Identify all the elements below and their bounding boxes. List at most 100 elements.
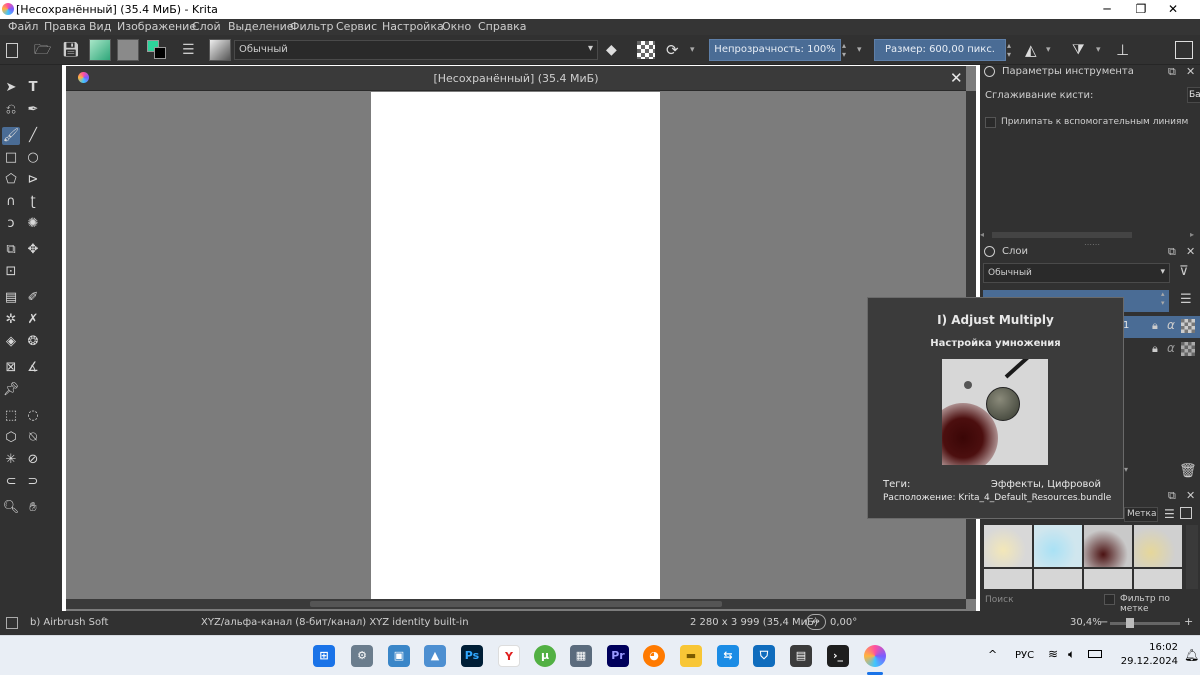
yandex-browser-icon[interactable]: Y: [498, 645, 520, 667]
chevron-down-icon[interactable]: ▾: [857, 41, 875, 59]
pan-tool-icon[interactable]: ✋︎: [24, 499, 42, 517]
eraser-icon[interactable]: ◆: [606, 41, 624, 59]
brush-settings-icon[interactable]: ☰: [182, 41, 200, 59]
gradient-tool-icon[interactable]: ▤: [2, 289, 20, 307]
select-shapes-icon[interactable]: ➤: [2, 79, 20, 97]
premiere-icon[interactable]: Pr: [607, 645, 629, 667]
fg-bg-color-icon[interactable]: [147, 40, 166, 59]
polygon-tool-icon[interactable]: ⬠: [2, 171, 20, 189]
close-document-button[interactable]: ✕: [950, 69, 963, 87]
menu-filter[interactable]: Фильтр: [290, 20, 334, 33]
lock-icon[interactable]: 🔒︎: [1152, 319, 1158, 333]
text-tool-icon[interactable]: T: [24, 79, 42, 97]
ellipse-select-icon[interactable]: ◌: [24, 407, 42, 425]
teamviewer-icon[interactable]: ⇆: [717, 645, 739, 667]
pattern-swatch[interactable]: [117, 39, 139, 61]
lock-icon[interactable]: 🔒︎: [1152, 342, 1158, 356]
bezier-tool-icon[interactable]: ∩: [2, 193, 20, 211]
rect-select-icon[interactable]: ⬚: [2, 407, 20, 425]
close-docker-icon[interactable]: ✕: [1186, 489, 1195, 502]
size-slider[interactable]: Размер: 600,00 пикс.: [874, 39, 1006, 61]
freehand-path-icon[interactable]: ʈ: [24, 193, 42, 211]
menu-file[interactable]: Файл: [8, 20, 38, 33]
menu-image[interactable]: Изображение: [117, 20, 196, 33]
control-panel-icon[interactable]: ▣: [388, 645, 410, 667]
opacity-spin-icon[interactable]: ▴ ▾: [842, 41, 850, 59]
zoom-slider-handle[interactable]: [1126, 618, 1134, 628]
document-canvas[interactable]: [371, 92, 660, 599]
similar-select-icon[interactable]: ⊘: [24, 451, 42, 469]
mirror-vertical-icon[interactable]: ⧩: [1072, 41, 1090, 59]
calculator-icon[interactable]: ▦: [570, 645, 592, 667]
dock-hscroll[interactable]: [992, 232, 1132, 238]
preset-thumb[interactable]: [1084, 525, 1132, 567]
calligraphy-icon[interactable]: ✒: [24, 101, 42, 119]
zoom-in-icon[interactable]: +: [1184, 615, 1193, 628]
alpha-icon[interactable]: α: [1167, 318, 1175, 332]
terminal-icon[interactable]: ›_: [827, 645, 849, 667]
preset-thumb[interactable]: [1084, 569, 1132, 589]
freehand-select-icon[interactable]: ⍉: [24, 429, 42, 447]
file-explorer-icon[interactable]: ▬: [680, 645, 702, 667]
preset-menu-icon[interactable]: ☰: [1164, 507, 1175, 521]
clock-date[interactable]: 29.12.2024: [1112, 656, 1178, 667]
size-spin-icon[interactable]: ▴ ▾: [1007, 41, 1015, 59]
enclose-fill-icon[interactable]: ❂: [24, 333, 42, 351]
assistant-icon[interactable]: ⊠: [2, 359, 20, 377]
float-docker-icon[interactable]: ⧉: [1168, 65, 1176, 79]
rectangle-tool-icon[interactable]: □: [2, 149, 20, 167]
contiguous-select-icon[interactable]: ✳: [2, 451, 20, 469]
preset-thumb[interactable]: [1034, 525, 1082, 567]
defender-icon[interactable]: ⛉: [753, 645, 775, 667]
line-tool-icon[interactable]: ╱: [24, 127, 42, 145]
new-document-icon[interactable]: [6, 43, 18, 58]
menu-edit[interactable]: Правка: [44, 20, 86, 33]
tray-chevron-up-icon[interactable]: ^: [988, 648, 997, 661]
preset-thumb[interactable]: [984, 525, 1032, 567]
preset-thumb[interactable]: [984, 569, 1032, 589]
photoshop-icon[interactable]: Ps: [461, 645, 483, 667]
filter-tag-checkbox[interactable]: [1104, 594, 1115, 605]
volume-icon[interactable]: 🔈︎: [1068, 647, 1075, 662]
wrap-around-icon[interactable]: ⊥: [1116, 41, 1134, 59]
preset-tag-select[interactable]: Метка: [1124, 507, 1158, 522]
menu-tools[interactable]: Сервис: [336, 20, 377, 33]
edit-shapes-icon[interactable]: ⎌: [2, 101, 20, 119]
menu-help[interactable]: Справка: [478, 20, 526, 33]
blend-mode-select[interactable]: Обычный ▾: [234, 40, 598, 60]
open-document-icon[interactable]: 🗁: [34, 41, 52, 59]
delete-layer-icon[interactable]: 🗑︎: [1179, 463, 1197, 479]
brush-preset-status-icon[interactable]: [6, 617, 18, 629]
language-indicator[interactable]: РУС: [1015, 650, 1034, 661]
layer-blend-select[interactable]: Обычный ▾: [983, 263, 1170, 283]
menu-select[interactable]: Выделение: [228, 20, 294, 33]
inherit-alpha-icon[interactable]: [1181, 342, 1195, 356]
bezier-select-icon[interactable]: ⊂: [2, 473, 20, 491]
polygon-select-icon[interactable]: ⬡: [2, 429, 20, 447]
chevron-down-icon[interactable]: ▾: [690, 41, 708, 59]
chevron-down-icon[interactable]: ▾: [1096, 41, 1114, 59]
settings-icon[interactable]: ⚙: [351, 645, 373, 667]
chevron-down-icon[interactable]: ▾: [1046, 41, 1064, 59]
windows-start-icon[interactable]: ⊞: [313, 645, 335, 667]
scroll-right-icon[interactable]: ▸: [1190, 230, 1194, 239]
firefox-icon[interactable]: ◕: [643, 645, 665, 667]
clock-time[interactable]: 16:02: [1128, 642, 1178, 653]
close-docker-icon[interactable]: ✕: [1186, 245, 1195, 258]
polyline-tool-icon[interactable]: ⊳: [24, 171, 42, 189]
krita-taskbar-icon[interactable]: [864, 645, 886, 667]
crop-tool-icon[interactable]: ⊡: [2, 263, 20, 281]
float-docker-icon[interactable]: ⧉: [1168, 489, 1176, 503]
snap-checkbox[interactable]: [985, 117, 996, 128]
spin-icon[interactable]: ▴ ▾: [1161, 290, 1165, 308]
smart-patch-icon[interactable]: ✲: [2, 311, 20, 329]
reference-icon[interactable]: 📌︎: [2, 381, 20, 399]
smoothing-select[interactable]: Ба: [1187, 87, 1200, 103]
freehand-brush-icon[interactable]: 🖌︎: [2, 127, 20, 145]
utorrent-icon[interactable]: µ: [534, 645, 556, 667]
grip-icon[interactable]: ⋯⋯: [1084, 240, 1100, 249]
close-docker-icon[interactable]: ✕: [1186, 65, 1195, 78]
preset-view-icon[interactable]: [1180, 507, 1192, 519]
preset-thumb[interactable]: [1134, 569, 1182, 589]
assistant-tool-icon[interactable]: ✗: [24, 311, 42, 329]
